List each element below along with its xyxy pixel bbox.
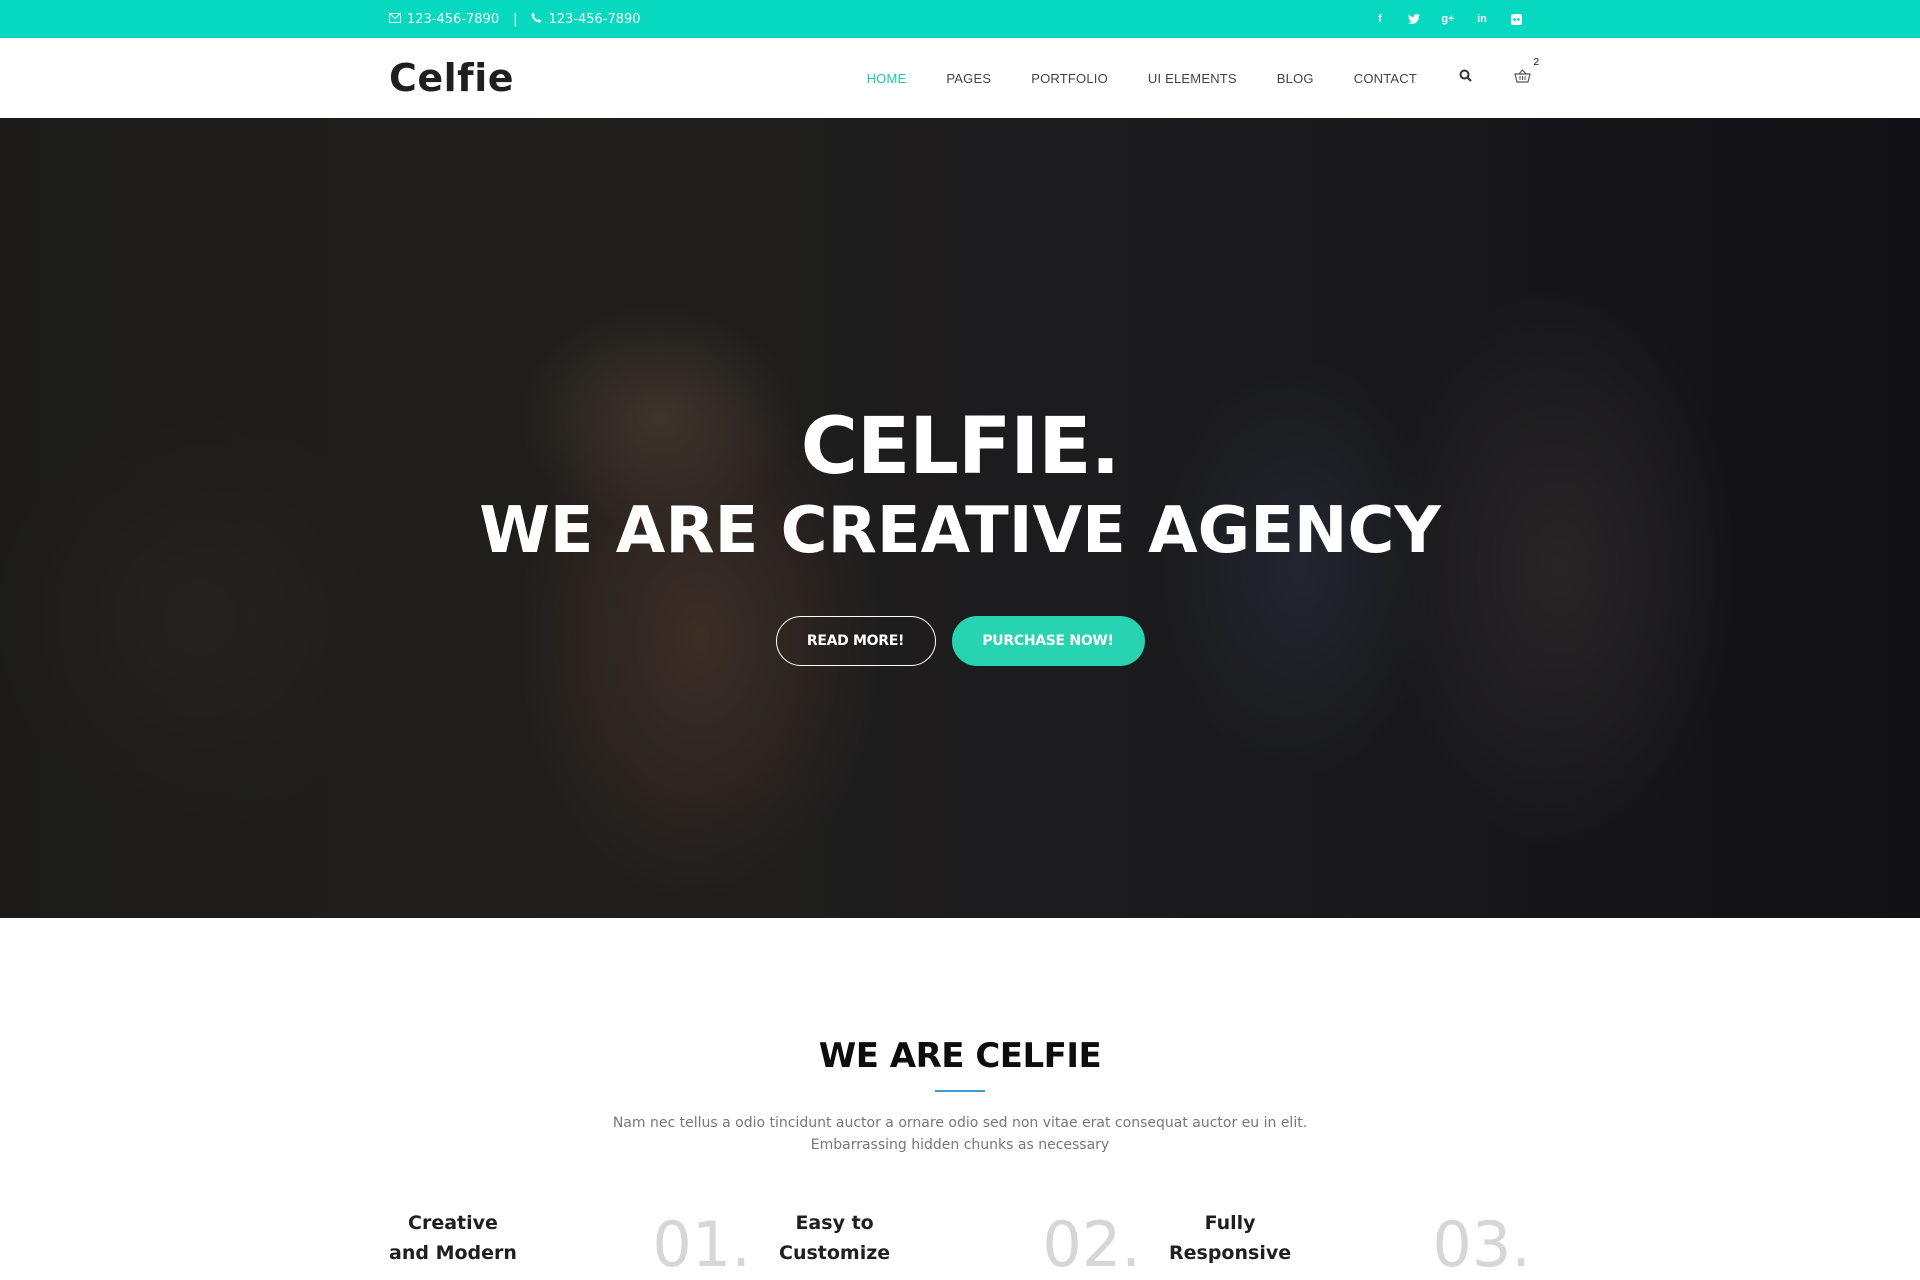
feature-label: Easy to Customize — [779, 1208, 890, 1276]
feature-label-line1: Creative — [408, 1212, 498, 1234]
hero-section: CELFIE. WE ARE CREATIVE AGENCY READ MORE… — [0, 118, 1920, 918]
section-description: Nam nec tellus a odio tincidunt auctor a… — [612, 1115, 1308, 1153]
cart-count-badge: 2 — [1533, 56, 1539, 68]
linkedin-icon[interactable]: in — [1475, 12, 1489, 26]
cart-button[interactable]: 2 — [1514, 57, 1539, 88]
feature-label-line2: Customize — [779, 1242, 891, 1264]
feature-item: Creative and Modern 01. — [389, 1208, 751, 1276]
section-title: WE ARE CELFIE — [818, 1036, 1102, 1076]
social-links: f g+ in — [1373, 12, 1523, 26]
nav-home[interactable]: HOME — [867, 71, 907, 86]
top-bar: 123-456-7890 | 123-456-7890 f g+ in — [0, 0, 1920, 38]
mail-icon — [389, 12, 401, 27]
search-icon[interactable] — [1459, 69, 1472, 87]
facebook-icon[interactable]: f — [1373, 12, 1387, 26]
about-section: WE ARE CELFIE Nam nec tellus a odio tinc… — [0, 918, 1920, 1276]
main-header: Celfie HOME PAGES PORTFOLIO UI ELEMENTS … — [0, 38, 1920, 118]
hero-buttons: READ MORE! PURCHASE NOW! — [0, 616, 1920, 667]
flickr-icon[interactable] — [1509, 12, 1523, 26]
title-underline — [935, 1090, 985, 1092]
feature-label: Creative and Modern — [389, 1208, 517, 1276]
nav-blog[interactable]: BLOG — [1277, 71, 1314, 86]
phone-text: 123-456-7890 — [548, 11, 641, 27]
read-more-button[interactable]: READ MORE! — [775, 616, 936, 667]
features-list: Creative and Modern 01. Easy to Customiz… — [389, 1208, 1531, 1276]
nav-ui-elements[interactable]: UI ELEMENTS — [1148, 71, 1237, 86]
google-plus-icon[interactable]: g+ — [1441, 12, 1455, 26]
site-logo[interactable]: Celfie — [389, 56, 514, 100]
basket-icon — [1514, 68, 1531, 83]
hero-content: CELFIE. WE ARE CREATIVE AGENCY READ MORE… — [0, 402, 1920, 667]
feature-item: Easy to Customize 02. — [779, 1208, 1141, 1276]
feature-label-line1: Easy to — [795, 1212, 874, 1234]
separator: | — [513, 11, 518, 27]
feature-label-line2: and Modern — [389, 1242, 517, 1264]
email-text: 123-456-7890 — [407, 11, 500, 27]
feature-label-line1: Fully — [1204, 1212, 1256, 1234]
feature-number: 03. — [1432, 1208, 1531, 1280]
main-nav: HOME PAGES PORTFOLIO UI ELEMENTS BLOG CO… — [827, 57, 1539, 88]
feature-label: Fully Responsive — [1169, 1208, 1291, 1276]
nav-portfolio[interactable]: PORTFOLIO — [1031, 71, 1108, 86]
twitter-icon[interactable] — [1407, 12, 1421, 26]
feature-number: 02. — [1042, 1208, 1141, 1280]
feature-number: 01. — [652, 1208, 751, 1280]
contact-info: 123-456-7890 | 123-456-7890 — [389, 12, 641, 27]
feature-item: Fully Responsive 03. — [1169, 1208, 1531, 1276]
hero-title: CELFIE. — [800, 402, 1120, 492]
nav-contact[interactable]: CONTACT — [1354, 71, 1417, 86]
hero-subtitle: WE ARE CREATIVE AGENCY — [479, 494, 1441, 568]
feature-label-line2: Responsive — [1169, 1242, 1292, 1264]
purchase-now-button[interactable]: PURCHASE NOW! — [951, 616, 1145, 667]
phone-icon — [531, 12, 542, 27]
nav-pages[interactable]: PAGES — [946, 71, 991, 86]
